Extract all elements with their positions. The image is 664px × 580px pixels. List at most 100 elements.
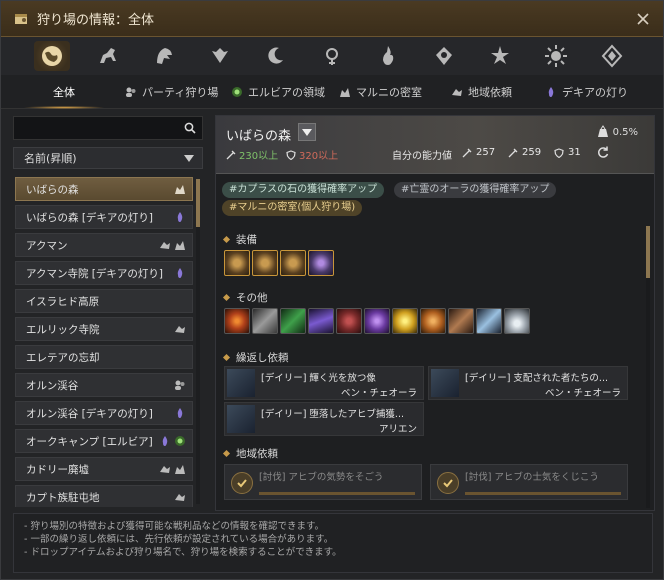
section-equipment-heading: 装備 [222,232,257,247]
tab-region-quest[interactable]: 地域依頼 [451,75,512,108]
category-all[interactable] [34,41,70,71]
title-bar[interactable]: 狩り場の情報：全体 [1,1,663,37]
pendant-icon [326,48,338,65]
my-dp: 31 [554,147,581,158]
marni-icon [339,86,351,98]
shield-icon [286,149,296,160]
loot-bag-icon [597,125,608,137]
search-icon[interactable] [184,122,196,134]
sort-dropdown[interactable]: 名前(昇順) [13,147,203,169]
fire-orb-icon[interactable] [224,308,250,334]
ring-icon[interactable] [224,250,250,276]
tab-dekia[interactable]: デキアの灯り [545,75,628,108]
zone-list: いばらの森 いばらの森 [デキアの灯り] アクマン アクマン寺院 [デキアの灯り… [15,177,193,507]
feature-tag: #マルニの密室(個人狩り場) [222,200,363,216]
list-item[interactable]: イスラヒド高原 [15,289,193,313]
category-icon-bar [1,37,663,75]
region-quest-icon [451,86,463,98]
dekia-icon [159,435,171,447]
my-ap: 257 [462,147,495,158]
quest-title: [デイリー] 輝く光を放つ像 [261,373,376,384]
category-pendant[interactable] [314,41,350,71]
quest-card[interactable]: [デイリー] 支配された者たちの... ベン・チェオーラ [428,366,628,400]
amber-drop-icon[interactable] [420,308,446,334]
category-flame[interactable] [370,41,406,71]
category-diamond[interactable] [594,41,630,71]
bone-icon[interactable] [448,308,474,334]
zone-name: エレテアの忘却 [26,351,100,364]
quest-npc: ベン・チェオーラ [340,388,417,399]
zone-name: オークキャンプ [エルビア] [26,435,153,448]
salt-pile-icon[interactable] [504,308,530,334]
red-stone-icon[interactable] [336,308,362,334]
category-sun[interactable] [538,41,574,71]
tab-marni[interactable]: マルニの密室 [339,75,422,108]
check-icon [231,472,253,494]
list-item[interactable]: いばらの森 [デキアの灯り] [15,205,193,229]
category-wing[interactable] [202,41,238,71]
violet-ore-icon[interactable] [364,308,390,334]
zone-select-dropdown[interactable] [298,123,316,141]
npc-portrait [227,405,255,433]
gem-ring-icon[interactable] [308,250,334,276]
list-item[interactable]: オルン渓谷 [15,373,193,397]
zone-list-scrollbar[interactable] [196,179,200,504]
equipment-items [224,250,334,276]
list-item[interactable]: アクマン寺院 [デキアの灯り] [15,261,193,285]
list-item[interactable]: カプト族駐屯地 [15,485,193,507]
diamond-crest-icon [601,44,623,68]
marni-icon [174,239,186,251]
list-item[interactable]: オルン渓谷 [デキアの灯り] [15,401,193,425]
green-shard-icon[interactable] [280,308,306,334]
tab-party[interactable]: パーティ狩り場 [125,75,218,108]
other-items [224,308,530,334]
quest-card[interactable]: [デイリー] 輝く光を放つ像 ベン・チェオーラ [224,366,424,400]
category-moon[interactable] [258,41,294,71]
my-dp-value: 31 [568,147,581,158]
tab-elvia[interactable]: エルビアの領域 [231,75,325,108]
feature-tag: #亡霊のオーラの獲得確率アップ [394,182,557,198]
chevron-down-icon [184,155,194,162]
ring-icon[interactable] [252,250,278,276]
feature-tag: #カプラスの石の獲得確率アップ [222,182,385,198]
quest-title: [デイリー] 支配された者たちの... [465,373,608,384]
category-star[interactable] [482,41,518,71]
region-quest-card[interactable]: [討伐] アヒブの士気をくじこう [430,464,628,500]
list-item[interactable]: エレテアの忘却 [15,345,193,369]
region-quest-icon [174,491,186,503]
dekia-icon [545,86,557,98]
scrollbar-thumb[interactable] [196,179,200,227]
list-item[interactable]: オークキャンプ [エルビア] [15,429,193,453]
help-text: - 一部の繰り返し依頼には、先行依頼が設定されている場合があります。 [24,534,334,545]
category-bird[interactable] [426,41,462,71]
search-input[interactable] [13,116,203,140]
tab-label: デキアの灯り [562,85,628,99]
claw-icon[interactable] [252,308,278,334]
sword-icon [226,150,236,160]
list-item[interactable]: いばらの森 [15,177,193,201]
hunting-ground-window: 狩り場の情報：全体 全体 パーティ狩り場 エルビアの領域 マルニの密室 地域依頼… [0,0,664,580]
tab-all[interactable]: 全体 [23,75,105,109]
scrollbar-thumb[interactable] [646,226,650,278]
my-stats-label: 自分の能力値 [392,151,452,162]
list-item[interactable]: カドリー廃墟 [15,457,193,481]
list-item[interactable]: エルリック寺院 [15,317,193,341]
category-dragon[interactable] [146,41,182,71]
quest-card[interactable]: [デイリー] 堕落したアヒブ捕獲... アリエン [224,402,424,436]
region-quest-icon [159,239,171,251]
drop-rate-value: 0.5% [612,126,638,138]
marni-icon [174,463,186,475]
close-icon[interactable] [635,11,651,27]
potion-icon[interactable] [476,308,502,334]
list-item[interactable]: アクマン [15,233,193,257]
ring-icon[interactable] [280,250,306,276]
region-quest-card[interactable]: [討伐] アヒブの気勢をそごう [224,464,422,500]
refresh-icon[interactable] [596,145,610,159]
yellow-gem-icon[interactable] [392,308,418,334]
my-awaken-ap-value: 259 [522,147,542,158]
zone-name: いばらの森 [デキアの灯り] [26,211,154,224]
detail-scrollbar[interactable] [646,226,650,508]
category-horse[interactable] [90,41,126,71]
purple-crystal-icon[interactable] [308,308,334,334]
section-region-quests-heading: 地域依頼 [222,446,278,461]
